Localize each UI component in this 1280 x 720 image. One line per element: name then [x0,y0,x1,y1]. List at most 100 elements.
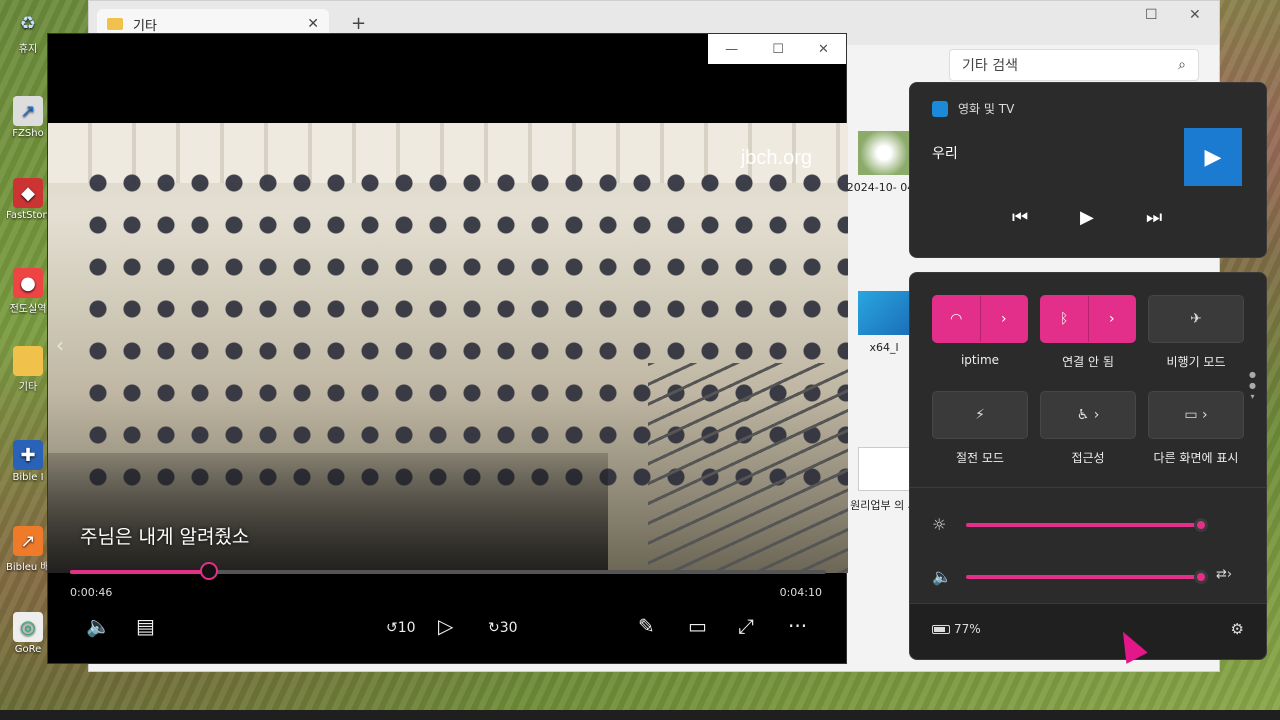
desktop-icon-app[interactable]: ● 전도실역 [6,268,50,315]
volume-slider[interactable] [966,570,1208,584]
media-app: 영화 및 TV [932,100,1014,117]
brightness-slider[interactable] [966,518,1208,532]
pencil-icon[interactable]: ✎ [638,614,655,638]
bluetooth-icon: ᛒ [1060,311,1069,327]
gear-icon[interactable]: ⚙ [1231,620,1244,638]
miniplayer-icon[interactable]: ▭ [688,614,707,638]
media-track-title: 우리 [932,146,958,162]
explorer-search-input[interactable]: 기타 검색 ⌕ [949,49,1199,81]
battery-saver-label: 절전 모드 [956,451,1004,465]
wifi-icon: ◠ [950,311,963,327]
new-tab-button[interactable]: + [351,13,366,34]
play-icon: ▶ [1204,144,1222,170]
video-player-window: — ☐ ✕ ‹ jbch.org 주님은 내게 알려줬소 0:00:46 0:0… [47,33,848,664]
accessibility-icon: ♿ › [1076,407,1100,423]
close-icon[interactable]: ✕ [818,42,829,57]
fullscreen-icon[interactable]: ⤢ [738,614,754,638]
desktop-icon-label: 기타 [18,382,38,393]
movies-tv-icon [932,100,948,117]
folder-icon [107,18,123,30]
document-thumbnail [858,447,910,491]
maximize-icon[interactable]: ☐ [772,42,784,57]
recycle-bin-icon: ♻ [19,12,37,34]
shortcut-icon: ↗ [13,96,43,126]
wifi-tile[interactable]: ◠ › [932,295,1028,343]
desktop-icon-bibleu[interactable]: ↗ Bibleu 배주 [6,526,50,573]
cast-tile[interactable]: ▭ › [1148,391,1244,439]
audio-output-icon[interactable]: ⇄› [1216,567,1232,582]
desktop-icon-label: FastStone Captu [6,210,50,221]
seek-handle[interactable] [200,562,219,580]
quick-settings-footer: 77% ⚙ [910,603,1266,659]
video-watermark: jbch.org [740,147,812,169]
minimize-icon[interactable]: — [725,42,738,57]
media-app-name: 영화 및 TV [958,102,1015,116]
forward-30-button[interactable]: ↻30 [488,620,518,636]
desktop-icon-folder[interactable]: 기타 [6,346,50,393]
wifi-tile-label: iptime [960,353,1000,367]
bluetooth-tile[interactable]: ᛒ › [1040,295,1136,343]
explorer-tab-title: 기타 [133,18,157,34]
seek-bar[interactable] [70,562,826,580]
battery-status[interactable]: 77% [932,622,981,636]
total-time: 0:04:10 [779,586,822,599]
desktop-icon-label: GoRe [14,644,42,655]
search-icon: ⌕ [1178,57,1186,73]
more-options-button[interactable]: ··· [788,614,807,638]
desktop-icon-label: Bibleu 배주 [6,562,50,573]
battery-saver-icon: ⚡ [975,407,985,423]
desktop-icon-faststone[interactable]: ◆ FastStone Captu [6,178,50,221]
battery-saver-tile[interactable]: ⚡ [932,391,1028,439]
video-subtitle: 주님은 내게 알려줬소 [80,526,250,548]
desktop-icon-gore[interactable]: ◎ GoRe [6,612,50,655]
battery-icon [932,624,950,634]
desktop-icon-recycle-bin[interactable]: ♻ 휴지 [6,8,50,56]
app-icon: ◎ [13,612,43,642]
chevron-right-icon[interactable]: › [1089,311,1136,327]
package-icon [858,291,910,335]
desktop-icon-label: 전도실역 [9,304,47,315]
close-tab-icon[interactable]: ✕ [307,16,319,32]
image-thumbnail [858,131,910,175]
close-window-icon[interactable]: ✕ [1189,7,1201,23]
divider [910,487,1266,488]
previous-track-icon[interactable]: ⏮ [1012,207,1028,228]
brightness-handle[interactable] [1194,518,1208,532]
quick-settings-panel: ◠ › ᛒ › ✈ iptime 연결 안 됨 비행기 모드 ⚡ ♿ › ▭ › 절… [909,272,1267,660]
file-name: 원리업부 의 새 [850,499,918,512]
volume-handle[interactable] [1194,570,1208,584]
speaker-icon: 🔈 [932,567,952,586]
video-stairs [648,363,848,573]
airplane-icon: ✈ [1190,311,1202,327]
maximize-icon[interactable]: ☐ [1145,7,1158,23]
current-time: 0:00:46 [70,586,113,599]
chevron-right-icon[interactable]: › [981,311,1028,327]
page-indicator[interactable]: ● ● ▾ [1249,369,1256,402]
play-icon[interactable]: ▷ [438,614,453,638]
capture-app-icon: ◆ [13,178,43,208]
desktop-icon-label: FZSho [12,128,44,139]
folder-icon [13,346,43,376]
airplane-tile-label: 비행기 모드 [1166,355,1226,369]
accessibility-tile[interactable]: ♿ › [1040,391,1136,439]
desktop-icon-fzsho[interactable]: ↗ FZSho [6,96,50,139]
speaker-icon[interactable]: 🔈 [86,614,111,638]
brightness-icon: ☼ [932,515,947,534]
bible-app-icon: ✚ [13,440,43,470]
search-placeholder: 기타 검색 [962,58,1018,74]
app-icon: ● [13,268,43,298]
airplane-mode-tile[interactable]: ✈ [1148,295,1244,343]
cast-label: 다른 화면에 표시 [1153,451,1239,465]
video-frame[interactable]: ‹ jbch.org 주님은 내게 알려줬소 [48,123,848,573]
shortcut-icon: ↗ [13,526,43,556]
player-title-bar: — ☐ ✕ [708,34,846,64]
play-icon[interactable]: ▶ [1080,207,1094,228]
media-album-art: ▶ [1184,128,1242,186]
forward-seconds: 30 [499,620,518,636]
seek-progress [70,570,210,574]
rewind-10-button[interactable]: ↺10 [386,620,416,636]
file-name: x64_l [869,341,899,354]
next-track-icon[interactable]: ⏭ [1146,207,1162,228]
desktop-icon-bible[interactable]: ✚ Bible I [6,440,50,483]
captions-icon[interactable]: ▤ [136,614,155,638]
